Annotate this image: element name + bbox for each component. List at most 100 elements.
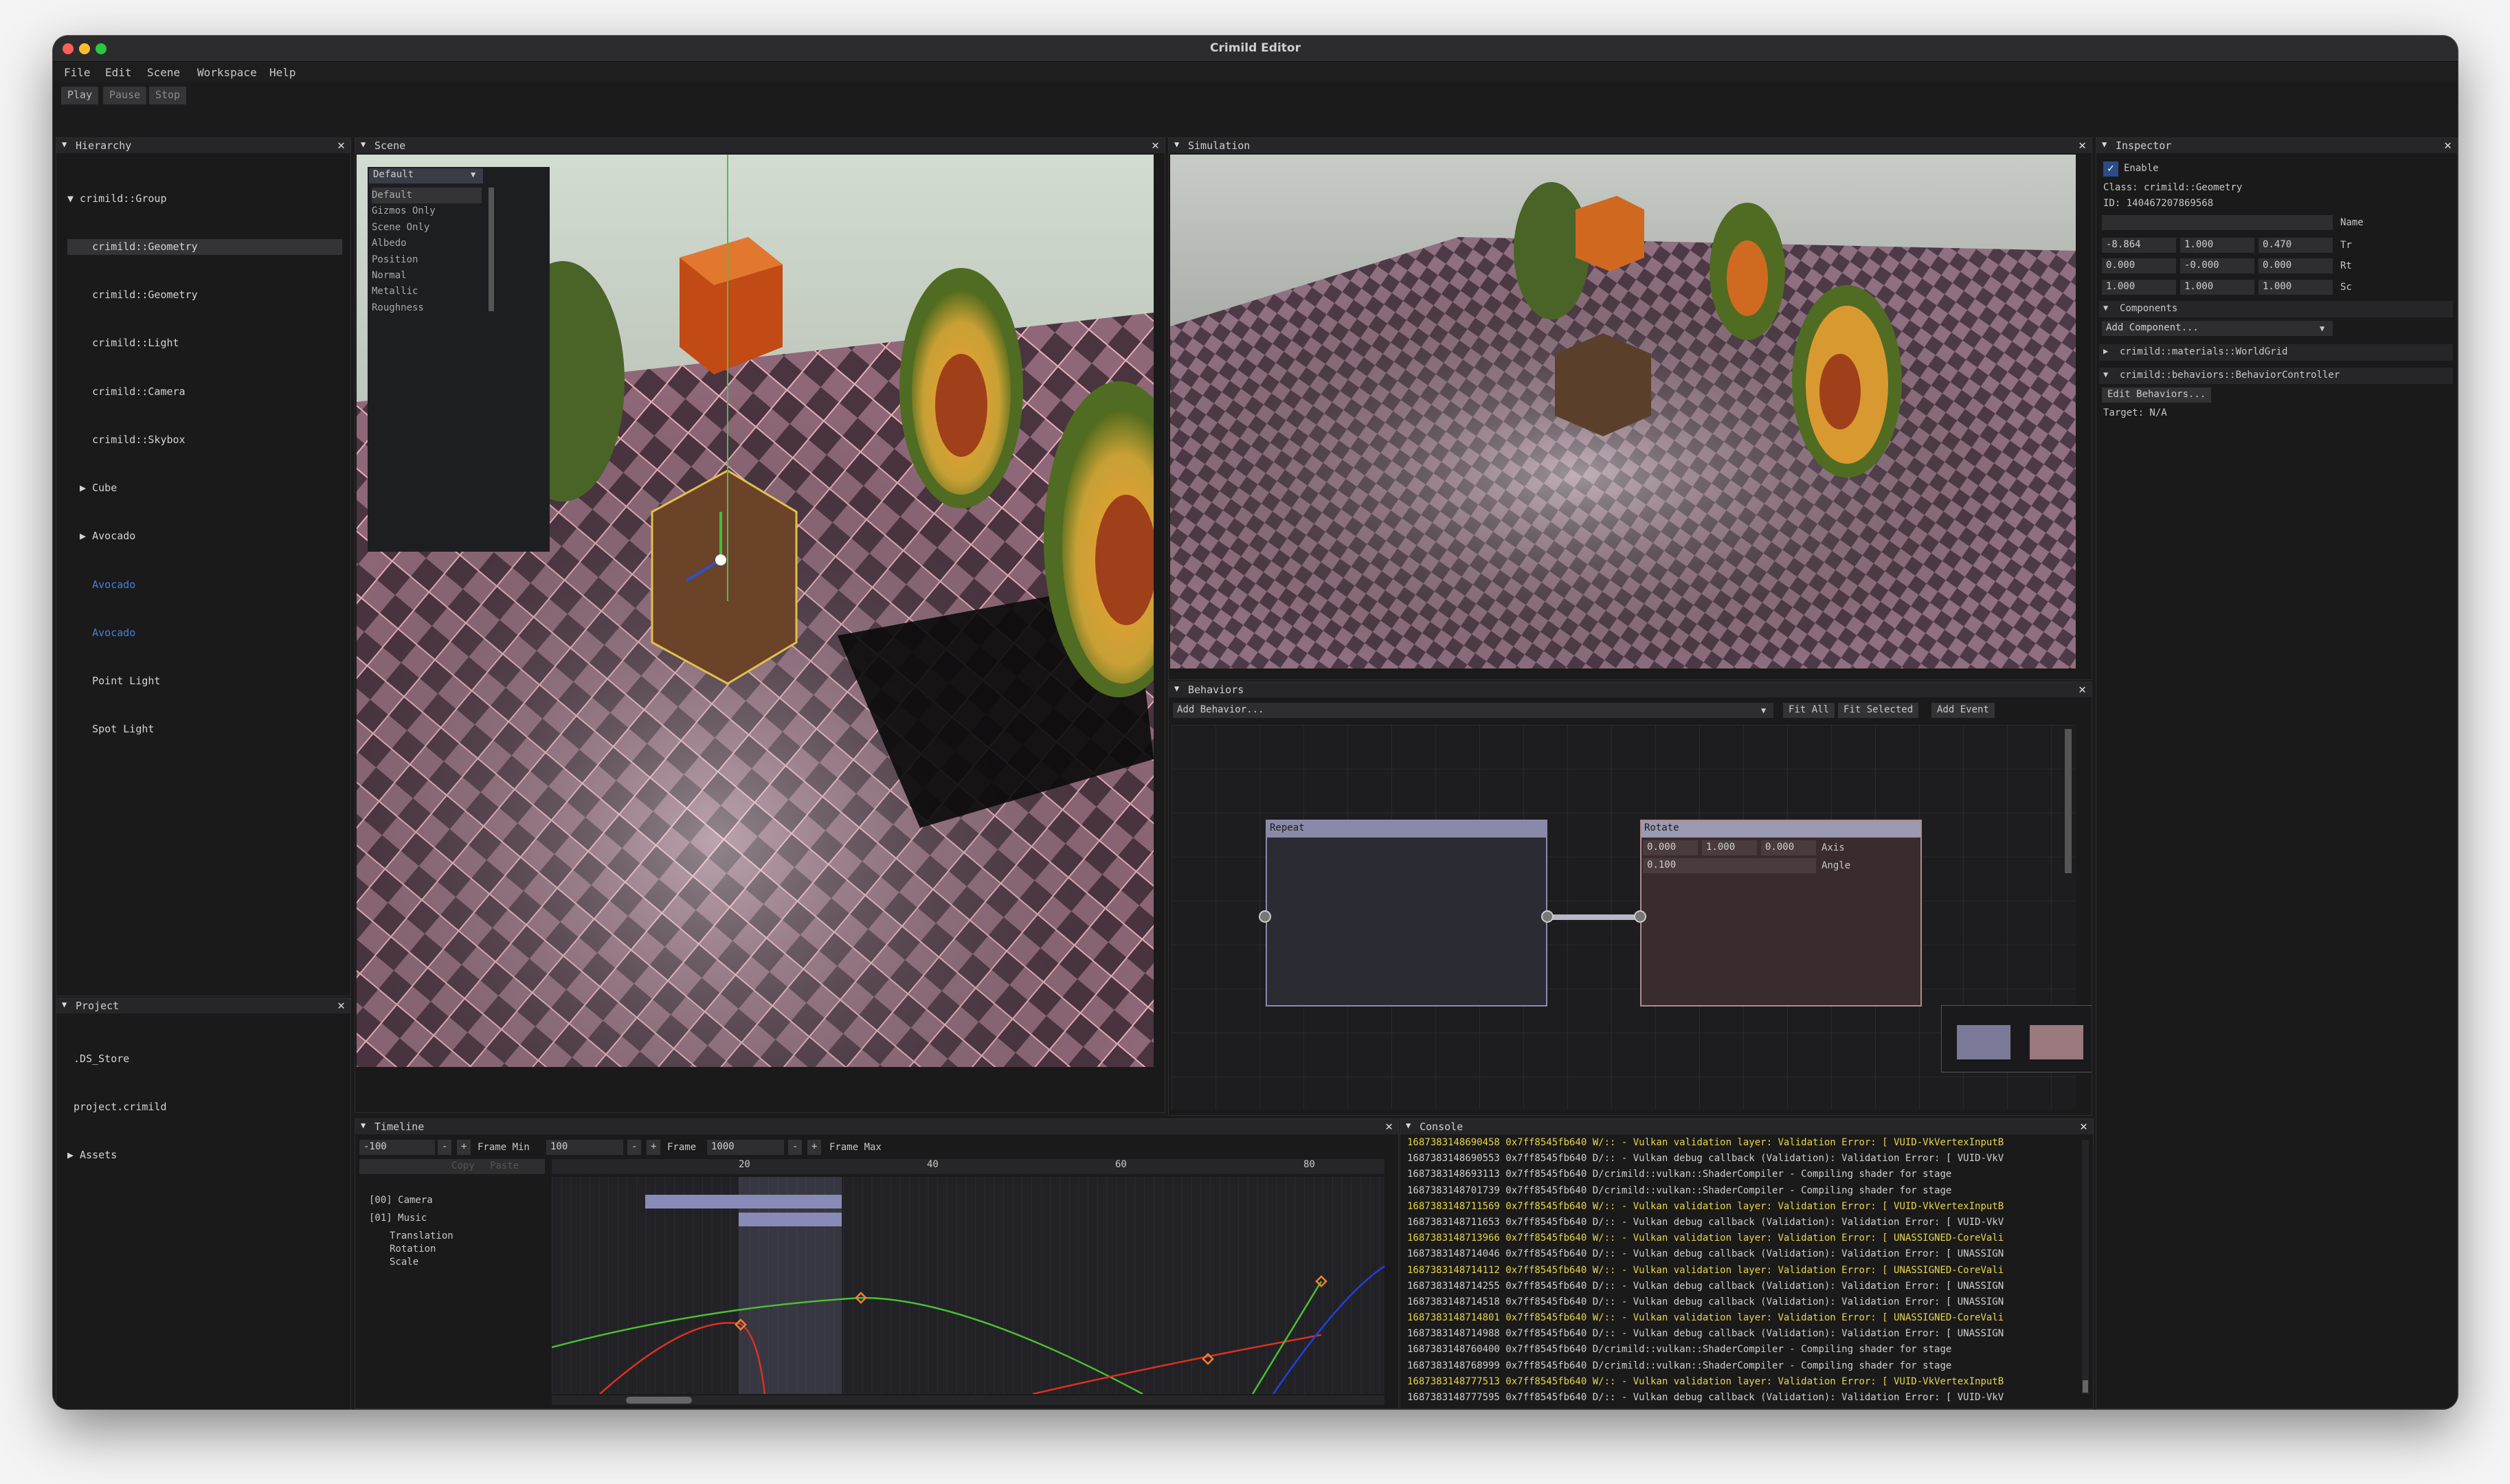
collapse-arrow-icon[interactable]: ▼ [1174, 139, 1179, 149]
rotation-z-field[interactable]: 0.000 [2259, 258, 2333, 273]
graph-scrollbar[interactable] [2065, 729, 2072, 873]
project-item[interactable]: ▶ Assets [67, 1147, 167, 1163]
frame-increment[interactable]: + [647, 1140, 661, 1155]
close-icon[interactable]: ✕ [337, 998, 345, 1013]
node-graph-canvas[interactable]: Repeat Rotate 0.000 1.000 0.000 Axis 0.1… [1172, 725, 2092, 1110]
frame-decrement[interactable]: - [627, 1140, 642, 1155]
render-mode-option[interactable]: Roughness [372, 300, 482, 316]
paste-button[interactable]: Paste [490, 1160, 519, 1171]
track-music[interactable]: [01] Music [369, 1213, 427, 1224]
play-button[interactable]: Play [61, 87, 99, 104]
subtrack-translation[interactable]: Translation [390, 1230, 453, 1241]
collapse-arrow-icon[interactable]: ▼ [62, 1000, 67, 1009]
fit-all-button[interactable]: Fit All [1783, 703, 1835, 718]
menu-edit[interactable]: Edit [105, 66, 132, 79]
collapse-arrow-icon[interactable]: ▼ [1406, 1121, 1411, 1130]
collapse-arrow-icon[interactable]: ▼ [361, 139, 366, 149]
collapse-arrow-icon[interactable]: ▼ [62, 139, 67, 149]
rotate-input-pin[interactable] [1634, 910, 1646, 923]
repeat-output-pin[interactable] [1541, 910, 1554, 923]
chevron-down-icon[interactable]: ▼ [471, 170, 475, 179]
timeline-h-scrollbar[interactable] [552, 1395, 1385, 1405]
frame-min-decrement[interactable]: - [438, 1140, 452, 1155]
pause-button[interactable]: Pause [103, 87, 147, 104]
render-mode-option[interactable]: Albedo [372, 236, 482, 251]
enable-checkbox[interactable]: ✓ [2103, 161, 2118, 177]
tree-item[interactable]: Point Light [67, 673, 342, 689]
tree-item[interactable]: ▶ Avocado [67, 528, 342, 544]
tree-item[interactable]: crimild::Geometry [67, 239, 342, 256]
translation-x-field[interactable]: -8.864 [2102, 238, 2176, 253]
close-icon[interactable]: ✕ [337, 138, 345, 153]
translation-y-field[interactable]: 1.000 [2180, 238, 2254, 253]
list-scrollbar[interactable] [489, 188, 494, 311]
angle-field[interactable]: 0.100 [1643, 858, 1816, 873]
tree-item[interactable]: Avocado [67, 577, 342, 593]
add-component-select[interactable]: Add Component... [2102, 321, 2333, 336]
add-event-button[interactable]: Add Event [1931, 703, 1995, 718]
close-icon[interactable]: ✕ [2078, 138, 2086, 153]
scale-x-field[interactable]: 1.000 [2102, 280, 2176, 295]
frame-min-field[interactable]: -100 [359, 1140, 435, 1155]
console-scrollbar[interactable] [2082, 1140, 2089, 1394]
frame-max-increment[interactable]: + [807, 1140, 822, 1155]
scale-z-field[interactable]: 1.000 [2259, 280, 2333, 295]
translation-z-field[interactable]: 0.470 [2259, 238, 2333, 253]
axis-x-field[interactable]: 0.000 [1643, 840, 1698, 855]
scale-y-field[interactable]: 1.000 [2180, 280, 2254, 295]
close-icon[interactable]: ✕ [2080, 1119, 2087, 1134]
tree-item[interactable]: crimild::Skybox [67, 432, 342, 448]
render-mode-option[interactable]: Scene Only [372, 220, 482, 236]
menu-workspace[interactable]: Workspace [197, 66, 257, 79]
edit-behaviors-button[interactable]: Edit Behaviors... [2102, 387, 2212, 403]
timeline-ruler[interactable]: 20 40 60 80 [552, 1159, 1385, 1174]
tree-item[interactable]: crimild::Camera [67, 384, 342, 400]
frame-max-field[interactable]: 1000 [707, 1140, 784, 1155]
close-icon[interactable]: ✕ [2444, 138, 2452, 153]
subtrack-scale[interactable]: Scale [390, 1257, 418, 1268]
render-mode-option[interactable]: Position [372, 252, 482, 268]
stop-button[interactable]: Stop [149, 87, 187, 104]
component-behaviorcontroller-header[interactable]: ▼ crimild::behaviors::BehaviorController [2099, 368, 2453, 384]
collapse-arrow-icon[interactable]: ▼ [2102, 139, 2107, 149]
render-mode-option[interactable]: Metallic [372, 284, 482, 300]
close-icon[interactable]: ✕ [1152, 138, 1159, 153]
scene-viewport[interactable]: Default ▼ Default Gizmos Only Scene Only… [357, 155, 1154, 1067]
tree-item[interactable]: crimild::Geometry [67, 287, 342, 303]
menu-scene[interactable]: Scene [147, 66, 180, 79]
scrollbar-thumb[interactable] [626, 1397, 692, 1404]
scrollbar-thumb[interactable] [2083, 1380, 2088, 1393]
tree-item[interactable]: crimild::Light [67, 335, 342, 351]
repeat-node[interactable]: Repeat [1266, 820, 1547, 1007]
project-item[interactable]: project.crimild [67, 1099, 166, 1115]
add-behavior-select[interactable]: Add Behavior... [1173, 703, 1773, 718]
rotate-node[interactable]: Rotate 0.000 1.000 0.000 Axis 0.100 Angl… [1640, 820, 1922, 1007]
menu-help[interactable]: Help [269, 66, 296, 79]
render-mode-select[interactable]: Default [369, 168, 483, 183]
subtrack-rotation[interactable]: Rotation [390, 1244, 436, 1255]
close-icon[interactable]: ✕ [1385, 1119, 1393, 1134]
chevron-down-icon[interactable]: ▼ [2320, 324, 2324, 333]
frame-max-decrement[interactable]: - [788, 1140, 803, 1155]
axis-z-field[interactable]: 0.000 [1761, 840, 1816, 855]
menu-file[interactable]: File [64, 66, 91, 79]
tree-item[interactable]: Avocado [67, 625, 342, 641]
components-header[interactable]: ▼ Components [2099, 301, 2453, 317]
simulation-viewport[interactable] [1170, 155, 2076, 668]
rotation-y-field[interactable]: -0.000 [2180, 258, 2254, 273]
render-mode-option[interactable]: Normal [372, 268, 482, 284]
track-camera[interactable]: [00] Camera [369, 1195, 433, 1206]
render-mode-option[interactable]: Gizmos Only [372, 203, 482, 219]
rotation-x-field[interactable]: 0.000 [2102, 258, 2176, 273]
chevron-down-icon[interactable]: ▼ [1761, 706, 1766, 715]
repeat-input-pin[interactable] [1259, 910, 1271, 923]
tree-item[interactable]: Spot Light [67, 721, 342, 737]
collapse-arrow-icon[interactable]: ▼ [1174, 684, 1179, 693]
tree-item[interactable]: ▶ Cube [67, 480, 342, 496]
copy-button[interactable]: Copy [451, 1160, 475, 1171]
tree-item[interactable]: ▼ crimild::Group [67, 191, 342, 207]
name-field[interactable] [2102, 215, 2333, 230]
minimap[interactable] [1941, 1005, 2092, 1072]
timeline-track-area[interactable] [552, 1177, 1385, 1394]
frame-field[interactable]: 100 [546, 1140, 623, 1155]
